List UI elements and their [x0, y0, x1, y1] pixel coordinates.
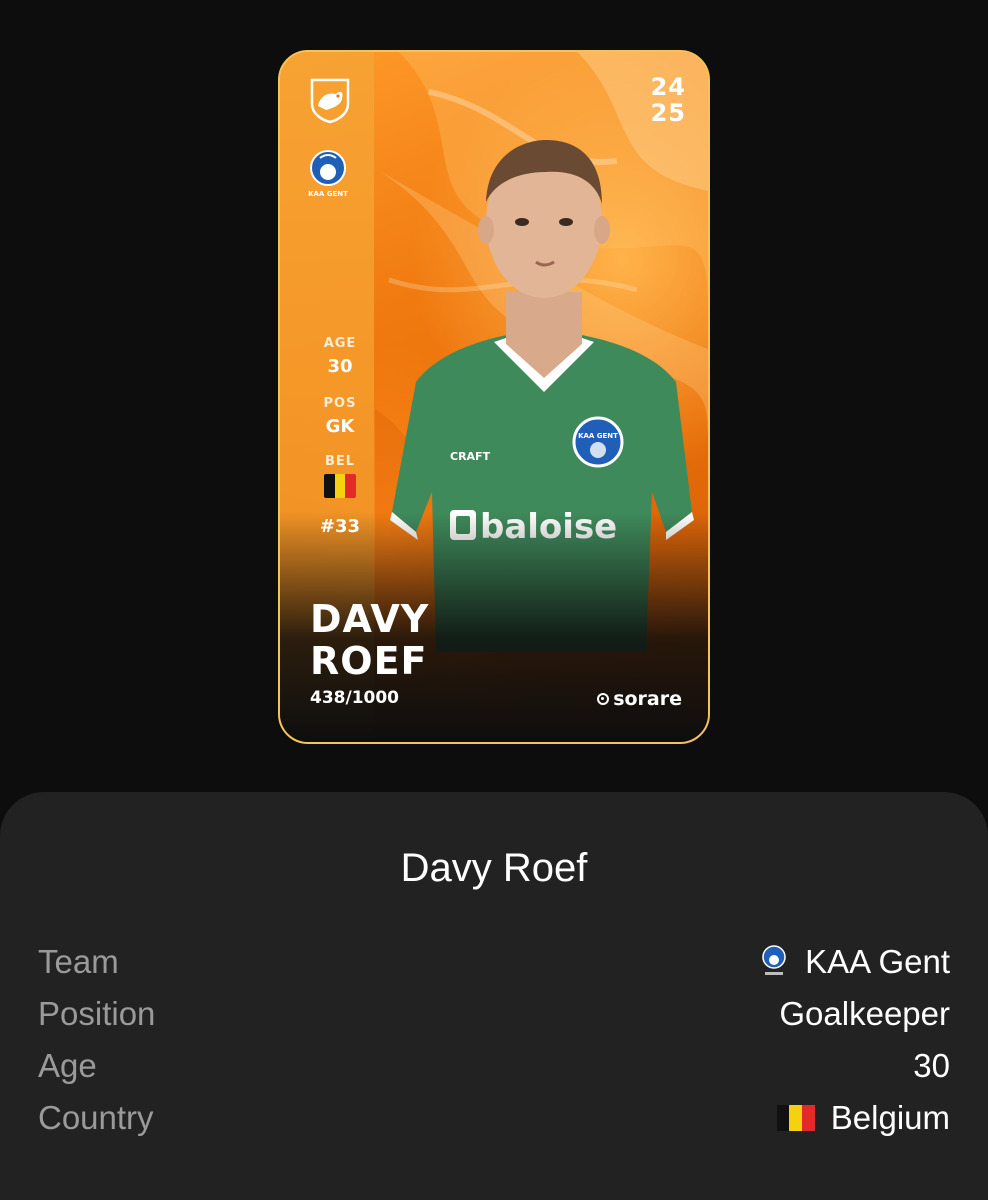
info-row-team-value: KAA Gent [759, 943, 950, 981]
info-row-position: Position Goalkeeper [38, 988, 950, 1040]
info-row-age: Age 30 [38, 1040, 950, 1092]
info-row-country-label: Country [38, 1099, 154, 1136]
season-top: 24 [650, 73, 686, 101]
club-crest-icon [762, 945, 786, 975]
svg-text:CRAFT: CRAFT [450, 450, 491, 463]
stat-age-value: 30 [327, 356, 353, 377]
player-info-sheet: Davy Roef Team KAA Gent Position Goalkee… [0, 792, 988, 1200]
season-label: 24 25 [651, 74, 686, 126]
sorare-logo: sorare [597, 688, 682, 710]
league-logo-icon [310, 78, 350, 124]
stat-nationality-label: BEL [324, 454, 356, 469]
card-player-last-name: ROEF [310, 639, 428, 683]
info-row-country: Country Belgium [38, 1092, 950, 1144]
screen: KAA GENT CRAFT baloise KAA GENT 24 25 [0, 0, 988, 1200]
sorare-wordmark: sorare [613, 688, 682, 710]
info-row-age-value: 30 [913, 1047, 950, 1084]
stat-position-label: POS [323, 396, 357, 411]
info-row-team-label: Team [38, 943, 119, 980]
club-crest-label: KAA GENT [308, 190, 348, 198]
card-player-first-name: DAVY [310, 597, 430, 641]
info-row-country-value: Belgium [776, 1099, 950, 1137]
season-bottom: 25 [650, 99, 686, 127]
country-name: Belgium [830, 1099, 950, 1136]
club-crest-icon: KAA GENT [308, 150, 348, 198]
belgium-flag-icon [324, 474, 356, 498]
card-serial-number: 438/1000 [310, 688, 400, 708]
sheet-title: Davy Roef [400, 846, 588, 890]
svg-text:KAA GENT: KAA GENT [578, 432, 618, 440]
belgium-flag-icon [776, 1105, 815, 1131]
shirt-number: #33 [319, 516, 361, 537]
info-row-age-label: Age [38, 1047, 97, 1084]
team-name: KAA Gent [805, 943, 950, 980]
sorare-mark-icon [597, 693, 610, 705]
info-row-team: Team KAA Gent [38, 936, 950, 988]
stat-position-value: GK [325, 416, 355, 437]
player-card[interactable]: KAA GENT CRAFT baloise KAA GENT 24 25 [278, 50, 710, 744]
card-player-name: DAVY ROEF [310, 598, 429, 682]
stat-age-label: AGE [323, 336, 357, 351]
info-row-position-label: Position [38, 995, 156, 1032]
info-row-position-value: Goalkeeper [779, 995, 950, 1032]
